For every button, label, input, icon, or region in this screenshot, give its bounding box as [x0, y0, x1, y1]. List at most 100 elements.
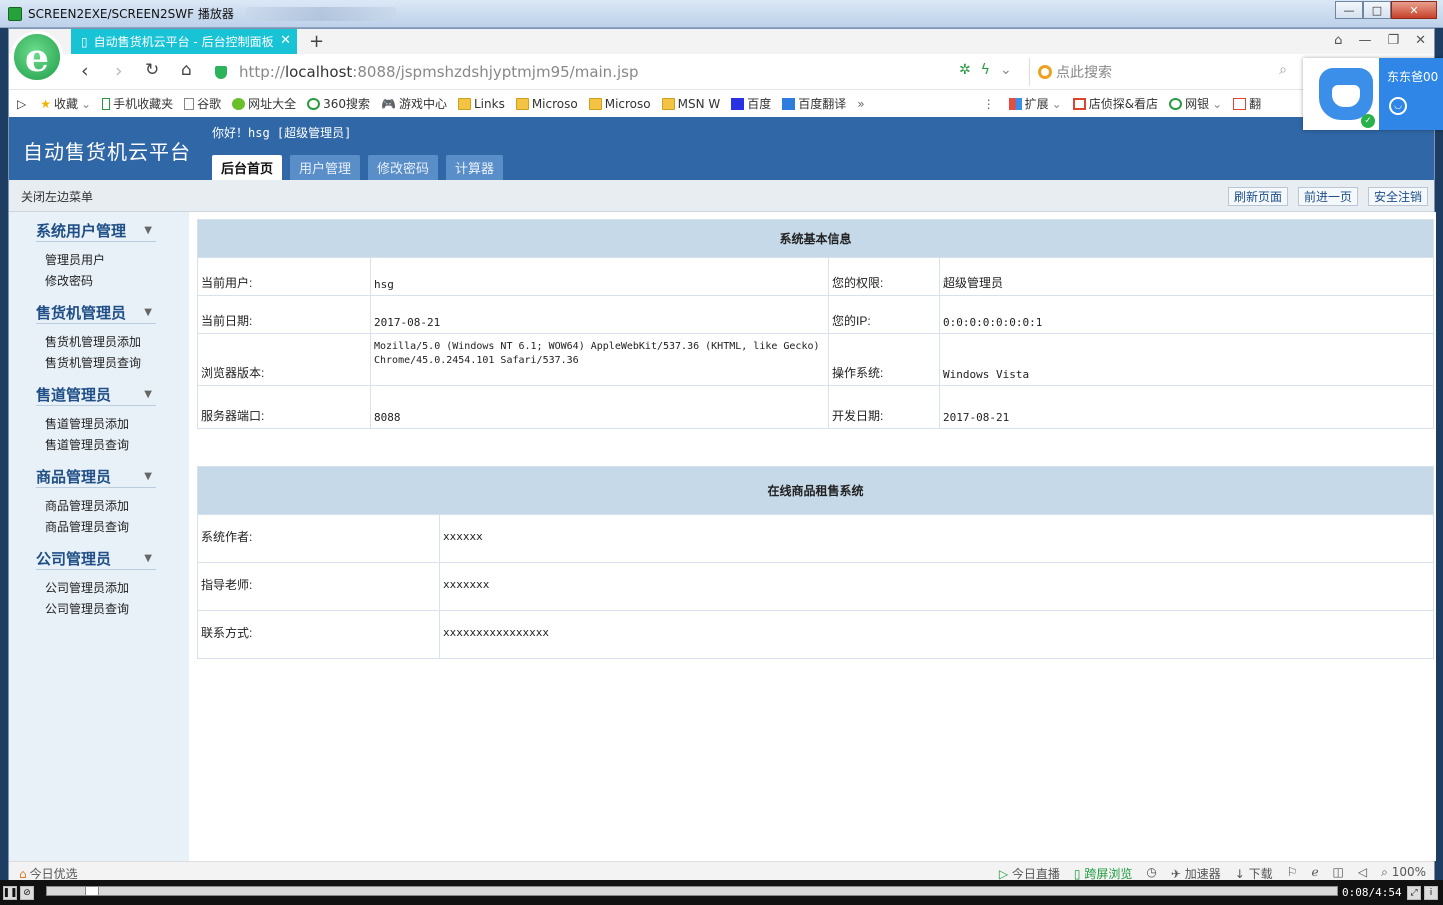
value-cell: xxxxxx [439, 514, 1434, 563]
bookmark-item[interactable]: 扩展 ⌄ [1008, 95, 1062, 112]
menu-item[interactable]: 公司管理员添加 [45, 578, 156, 599]
forward-page-button[interactable]: 前进一页 [1297, 187, 1358, 206]
grid-icon [1008, 97, 1022, 110]
menu-group: 公司管理员 ▼ 公司管理员添加 公司管理员查询 [36, 548, 156, 620]
menu-item[interactable]: 售道管理员查询 [45, 435, 156, 456]
bookmark-item[interactable]: 网银 ⌄ [1169, 95, 1222, 112]
bookmark-item[interactable]: 手机收藏夹 [102, 95, 173, 112]
tab-strip: ▯ 自动售货机云平台 - 后台控制面板 ✕ + ⌂ — ❐ ✕ [9, 29, 1434, 54]
logout-button[interactable]: 安全注销 [1367, 187, 1428, 206]
bookmark-item[interactable]: 翻 [1233, 95, 1261, 112]
value-cell: 2017-08-21 [939, 385, 1434, 429]
menu-group-title[interactable]: 公司管理员 ▼ [36, 548, 156, 570]
menu-group-title[interactable]: 系统用户管理 ▼ [36, 220, 156, 242]
triangle-down-icon: ▼ [144, 389, 152, 400]
lightning-icon[interactable]: ϟ [981, 62, 990, 78]
minimize-icon[interactable]: — [1358, 33, 1371, 48]
browser-logo-icon[interactable]: e [11, 31, 63, 83]
value-cell: 0:0:0:0:0:0:0:1 [939, 295, 1434, 334]
more-bookmarks-icon[interactable]: » [857, 97, 864, 111]
bookmark-item[interactable]: Microso [515, 97, 578, 111]
menu-item[interactable]: 修改密码 [45, 271, 156, 292]
nav-tab-password[interactable]: 修改密码 [368, 155, 439, 180]
close-button[interactable]: ✕ [1391, 1, 1437, 19]
menu-dots-icon[interactable]: ⋮ [983, 97, 995, 111]
menu-item[interactable]: 商品管理员查询 [45, 517, 156, 538]
toggle-left-menu-link[interactable]: 关闭左边菜单 [21, 188, 93, 205]
bookmark-item[interactable]: 360搜索 [307, 95, 370, 112]
value-cell: 2017-08-21 [370, 295, 829, 334]
folder-icon [515, 97, 529, 110]
shirt-icon[interactable]: ⌂ [1334, 33, 1342, 48]
menu-group: 商品管理员 ▼ 商品管理员添加 商品管理员查询 [36, 466, 156, 538]
menu-item[interactable]: 商品管理员添加 [45, 496, 156, 517]
forward-icon[interactable]: › [115, 60, 123, 82]
stop-icon[interactable]: ⊘ [20, 885, 34, 900]
maximize-button[interactable]: □ [1363, 1, 1391, 19]
menu-item[interactable]: 售道管理员添加 [45, 414, 156, 435]
tab-close-icon[interactable]: ✕ [280, 33, 291, 48]
folder-icon [458, 97, 471, 110]
home-icon[interactable]: ⌂ [181, 60, 192, 80]
smile-icon[interactable]: ◡ [1389, 97, 1407, 115]
triangle-down-icon: ▼ [144, 471, 152, 482]
bookmark-item[interactable]: Links [458, 97, 505, 111]
play-icon: ▷ [998, 867, 1009, 881]
nav-tab-calculator[interactable]: 计算器 [446, 155, 504, 180]
menu-item[interactable]: 售货机管理员添加 [45, 332, 156, 353]
fullscreen-icon[interactable]: ⤢ [1407, 885, 1421, 900]
player-controls: ❚❚ ⊘ 0:08/4:54 ⤢ i [0, 880, 1443, 905]
site-header: 自动售货机云平台 你好！hsg [超级管理员] 后台首页 用户管理 修改密码 计… [9, 117, 1434, 180]
menu-group-title[interactable]: 商品管理员 ▼ [36, 466, 156, 488]
recycle-icon[interactable]: ✲ [959, 62, 971, 78]
menu-item[interactable]: 售货机管理员查询 [45, 353, 156, 374]
menu-group-title[interactable]: 售货机管理员 ▼ [36, 302, 156, 324]
download-icon: ↓ [1234, 867, 1245, 881]
browser-window: e ▯ 自动售货机云平台 - 后台控制面板 ✕ + ⌂ — ❐ ✕ ‹ › ↻ … [8, 28, 1443, 881]
menu-group-title[interactable]: 售道管理员 ▼ [36, 384, 156, 406]
back-icon[interactable]: ‹ [81, 60, 89, 82]
bookmarks-bar: ▷ ★ 收藏 ⌄ 手机收藏夹 谷歌 网址大全 360搜索 🎮 游戏中心 Links M… [9, 90, 1434, 117]
notification-popup[interactable]: ✓ 东东爸00 ◡ [1303, 58, 1443, 130]
popup-panel: 东东爸00 ◡ [1379, 58, 1443, 130]
search-box[interactable]: 点此搜索 ⌕ [1029, 58, 1297, 86]
menu-item[interactable]: 管理员用户 [45, 250, 156, 271]
bookmark-item[interactable]: 网址大全 [232, 95, 296, 112]
reload-icon[interactable]: ↻ [145, 60, 159, 80]
progress-track[interactable] [46, 886, 1338, 896]
search-icon[interactable]: ⌕ [1279, 62, 1287, 78]
progress-thumb[interactable] [85, 886, 99, 896]
refresh-page-button[interactable]: 刷新页面 [1227, 187, 1288, 206]
blurred-tab-area [245, 6, 396, 21]
bookmark-item[interactable]: 店侦探&看店 [1072, 95, 1158, 112]
pause-icon[interactable]: ❚❚ [2, 885, 18, 900]
menu-item[interactable]: 公司管理员查询 [45, 599, 156, 620]
bookmark-item[interactable]: 谷歌 [184, 95, 221, 112]
bookmark-item[interactable]: 🎮 游戏中心 [381, 95, 447, 112]
close-icon[interactable]: ✕ [1415, 33, 1426, 48]
bookmark-item[interactable]: MSN W [661, 97, 720, 111]
bookmark-item[interactable]: 百度 [731, 95, 771, 112]
info-icon[interactable]: i [1424, 885, 1438, 900]
address-bar[interactable]: http://localhost:8088/jspmshzdshjyptmjm9… [215, 60, 1027, 84]
nav-tab-users[interactable]: 用户管理 [290, 155, 361, 180]
bookmark-item[interactable]: 百度翻译 [782, 95, 846, 112]
new-tab-button[interactable]: + [309, 31, 324, 52]
label-cell: 浏览器版本: [197, 333, 371, 386]
rocket-icon: ✈ [1170, 867, 1181, 881]
dropdown-icon[interactable]: ⌄ [1000, 62, 1012, 78]
restore-icon[interactable]: ❐ [1387, 33, 1399, 48]
left-menu: 系统用户管理 ▼ 管理员用户 修改密码 售货机管理员 ▼ 售货机管理员添加 售货机管… [9, 212, 189, 861]
value-cell: xxxxxxx [439, 562, 1434, 611]
triangle-down-icon: ▼ [144, 307, 152, 318]
bookmark-item[interactable]: ★ 收藏 ⌄ [40, 95, 91, 112]
bookmark-item[interactable]: Microso [588, 97, 651, 111]
check-icon: ✓ [1361, 114, 1375, 128]
sidebar-toggle-icon[interactable]: ▷ [17, 97, 26, 111]
app-icon [8, 6, 22, 21]
nav-tab-home[interactable]: 后台首页 [212, 155, 283, 180]
folder-icon [588, 97, 602, 110]
tab-active[interactable]: ▯ 自动售货机云平台 - 后台控制面板 ✕ [71, 29, 297, 54]
minimize-button[interactable]: — [1335, 1, 1363, 19]
label-cell: 服务器端口: [197, 385, 371, 429]
